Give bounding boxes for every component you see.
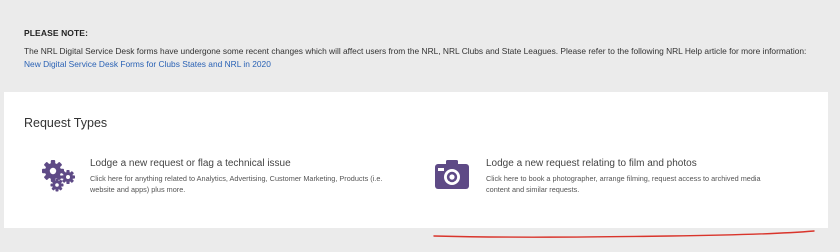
camera-icon [434, 158, 474, 197]
request-title: Lodge a new request relating to film and… [486, 158, 697, 169]
request-description: Click here for anything related to Analy… [90, 174, 383, 194]
notice-banner: PLEASE NOTE: The NRL Digital Service Des… [0, 0, 840, 90]
request-types-heading: Request Types [24, 116, 108, 130]
request-type-film-photos[interactable]: Lodge a new request relating to film and… [434, 154, 804, 204]
red-underline-annotation [433, 230, 815, 238]
request-types-panel: Request Types Lodge a new request or fla… [4, 92, 828, 228]
notice-title: PLEASE NOTE: [24, 28, 89, 38]
help-article-link[interactable]: New Digital Service Desk Forms for Clubs… [24, 59, 271, 69]
notice-body: The NRL Digital Service Desk forms have … [24, 46, 807, 56]
request-title: Lodge a new request or flag a technical … [90, 158, 291, 169]
request-type-technical[interactable]: Lodge a new request or flag a technical … [40, 154, 400, 204]
gears-icon [40, 158, 76, 197]
notice-text: The NRL Digital Service Desk forms have … [24, 45, 814, 71]
request-description: Click here to book a photographer, arran… [486, 174, 761, 194]
